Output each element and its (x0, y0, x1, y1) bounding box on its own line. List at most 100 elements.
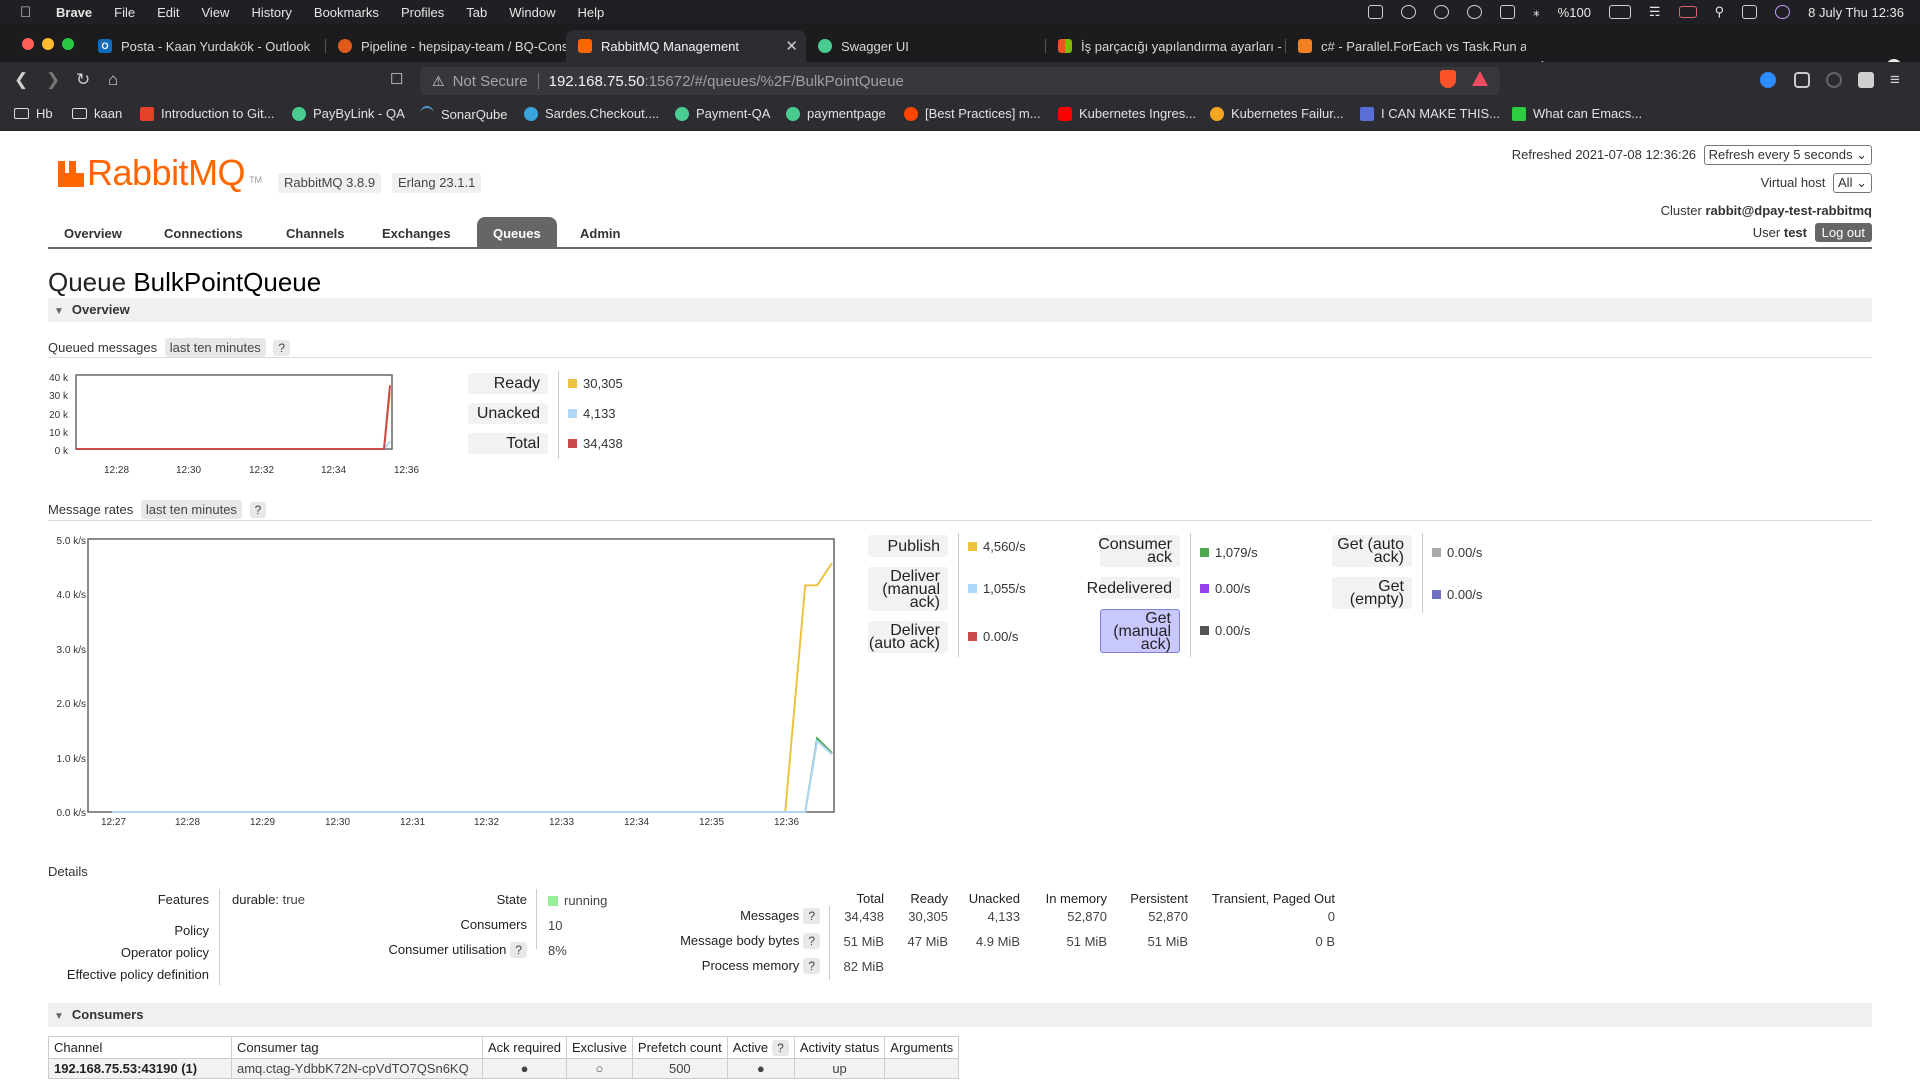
tab-rabbitmq[interactable]: RabbitMQ Management ✕ (566, 30, 806, 62)
wifi-icon[interactable]: ☴ (1649, 4, 1661, 20)
back-button[interactable]: ❮ (14, 70, 28, 90)
menu-history[interactable]: History (251, 5, 291, 20)
legend-deliver-manual-label[interactable]: Deliver (manual ack) (868, 567, 948, 611)
queued-range-button[interactable]: last ten minutes (164, 338, 266, 357)
menu-bookmarks[interactable]: Bookmarks (314, 5, 379, 20)
control-center-icon[interactable] (1742, 5, 1758, 19)
siri-icon[interactable] (1775, 5, 1791, 19)
menu-help[interactable]: Help (578, 5, 605, 20)
tab-pipeline[interactable]: Pipeline - hepsipay-team / BQ-Cons (326, 30, 566, 62)
body-bytes-help-button[interactable]: ? (803, 933, 820, 949)
bookmark-paymentpage[interactable]: paymentpage (786, 106, 886, 121)
bookmark-k8s-failures[interactable]: Kubernetes Failur... (1210, 106, 1344, 121)
tab-swagger[interactable]: Swagger UI (806, 30, 1046, 62)
tab-microsoft-docs[interactable]: İş parçacığı yapılandırma ayarları - (1046, 30, 1286, 62)
queued-help-button[interactable]: ? (273, 340, 291, 356)
security-label[interactable]: Not Secure (453, 73, 528, 90)
bookmark-git-intro[interactable]: Introduction to Git... (140, 106, 274, 121)
extension-window-icon[interactable] (1794, 72, 1810, 88)
menu-window[interactable]: Window (509, 5, 555, 20)
reload-button[interactable]: ↻ (76, 70, 90, 90)
legend-ready-label[interactable]: Ready (468, 373, 548, 394)
legend-publish-label[interactable]: Publish (868, 535, 948, 557)
menu-hamburger-icon[interactable]: ≡ (1890, 70, 1900, 90)
vpn-icon[interactable] (1401, 5, 1417, 19)
x-tick: 12:30 (176, 465, 202, 476)
active-help-button[interactable]: ? (772, 1040, 789, 1056)
nav-admin[interactable]: Admin (564, 217, 636, 247)
consumers-section-toggle[interactable]: ▼ Consumers (48, 1003, 1872, 1027)
tab-stackoverflow[interactable]: c# - Parallel.ForEach vs Task.Run ar (1286, 30, 1526, 62)
legend-get-empty-label[interactable]: Get (empty) (1332, 577, 1412, 609)
rabbitmq-logo[interactable]: RabbitMQ TM (58, 155, 262, 191)
rates-help-button[interactable]: ? (249, 502, 267, 518)
nav-queues[interactable]: Queues (477, 217, 557, 247)
th-consumer-tag: Consumer tag (231, 1036, 483, 1059)
home-button[interactable]: ⌂ (108, 70, 118, 90)
menu-edit[interactable]: Edit (157, 5, 179, 20)
legend-consumer-ack-label[interactable]: Consumer ack (1098, 535, 1180, 567)
menu-file[interactable]: File (114, 5, 135, 20)
not-secure-icon[interactable]: ⚠ (432, 73, 445, 90)
refresh-interval-select[interactable]: Refresh every 5 seconds ⌄ (1703, 145, 1872, 165)
brave-rewards-icon[interactable] (1472, 71, 1488, 86)
consumer-channel-link[interactable]: 192.168.75.53:43190 (1) (48, 1058, 232, 1079)
close-window-button[interactable] (22, 38, 34, 50)
url-path[interactable]: :15672/#/queues/%2F/BulkPointQueue (645, 73, 904, 90)
close-tab-icon[interactable]: ✕ (785, 37, 798, 55)
menu-profiles[interactable]: Profiles (401, 5, 444, 20)
bookmark-emacs[interactable]: What can Emacs... (1512, 106, 1642, 121)
cloud-icon[interactable] (1434, 5, 1450, 19)
logout-button[interactable]: Log out (1814, 223, 1872, 242)
us-flag-icon[interactable] (1678, 6, 1697, 18)
menu-app-name[interactable]: Brave (56, 5, 92, 20)
vhost-select[interactable]: All ⌄ (1833, 173, 1872, 193)
nav-connections[interactable]: Connections (148, 217, 259, 247)
activity-icon[interactable] (1500, 5, 1516, 19)
bookmark-hb[interactable]: Hb (14, 106, 53, 121)
messages-help-button[interactable]: ? (803, 908, 820, 924)
spotlight-icon[interactable]: ⚲ (1715, 4, 1725, 20)
process-memory-help-button[interactable]: ? (803, 958, 820, 974)
nav-exchanges[interactable]: Exchanges (366, 217, 467, 247)
battery-icon[interactable] (1608, 5, 1631, 19)
tab-outlook[interactable]: O Posta - Kaan Yurdakök - Outlook (86, 30, 326, 62)
bookmark-sardes[interactable]: Sardes.Checkout.... (524, 106, 659, 121)
globe-icon[interactable] (1467, 5, 1483, 19)
nav-overview[interactable]: Overview (48, 217, 138, 247)
legend-deliver-auto-label[interactable]: Deliver (auto ack) (868, 621, 948, 653)
minimize-window-button[interactable] (42, 38, 54, 50)
extensions-puzzle-icon[interactable] (1858, 72, 1874, 88)
legend-redelivered-label[interactable]: Redelivered (1087, 577, 1180, 599)
menu-view[interactable]: View (202, 5, 230, 20)
bluetooth-icon[interactable]: ⁎ (1533, 4, 1540, 20)
legend-total-label[interactable]: Total (468, 433, 548, 454)
menubar-clock[interactable]: 8 July Thu 12:36 (1808, 5, 1904, 20)
overview-section-toggle[interactable]: ▼ Overview (48, 298, 1872, 322)
bookmark-i-can-make-this[interactable]: I CAN MAKE THIS... (1360, 106, 1500, 121)
bookmark-payment-qa[interactable]: Payment-QA (675, 106, 770, 121)
legend-unacked-label[interactable]: Unacked (468, 403, 548, 424)
zoom-window-button[interactable] (62, 38, 74, 50)
nav-channels[interactable]: Channels (270, 217, 361, 247)
address-bar[interactable]: ⚠ Not Secure 192.168.75.50 :15672/#/queu… (420, 67, 1500, 95)
legend-get-manual-label[interactable]: Get (manual ack) (1100, 609, 1180, 653)
bookmark-k8s-ingress[interactable]: Kubernetes Ingres... (1058, 106, 1196, 121)
brave-shields-icon[interactable] (1440, 70, 1456, 88)
forward-button[interactable]: ❯ (46, 70, 60, 90)
bookmark-sonarqube[interactable]: SonarQube (420, 106, 508, 122)
apple-icon[interactable]:  (20, 4, 38, 21)
bookmark-best-practices[interactable]: [Best Practices] m... (904, 106, 1041, 121)
utilisation-help-button[interactable]: ? (510, 942, 527, 958)
menu-tab[interactable]: Tab (466, 5, 487, 20)
bookmark-paybylink[interactable]: PayByLink - QA (292, 106, 405, 121)
series-line-deliver-manual-ack- (112, 739, 833, 813)
bookmark-page-icon[interactable]: ☐ (390, 70, 403, 88)
extension-compass-icon[interactable] (1760, 72, 1776, 88)
bookmark-kaan[interactable]: kaan (72, 106, 122, 121)
url-host[interactable]: 192.168.75.50 (549, 73, 645, 90)
screenshot-icon[interactable] (1368, 5, 1384, 19)
extension-wallet-icon[interactable] (1826, 72, 1842, 88)
legend-get-auto-label[interactable]: Get (auto ack) (1332, 535, 1412, 567)
rates-range-button[interactable]: last ten minutes (140, 500, 242, 519)
